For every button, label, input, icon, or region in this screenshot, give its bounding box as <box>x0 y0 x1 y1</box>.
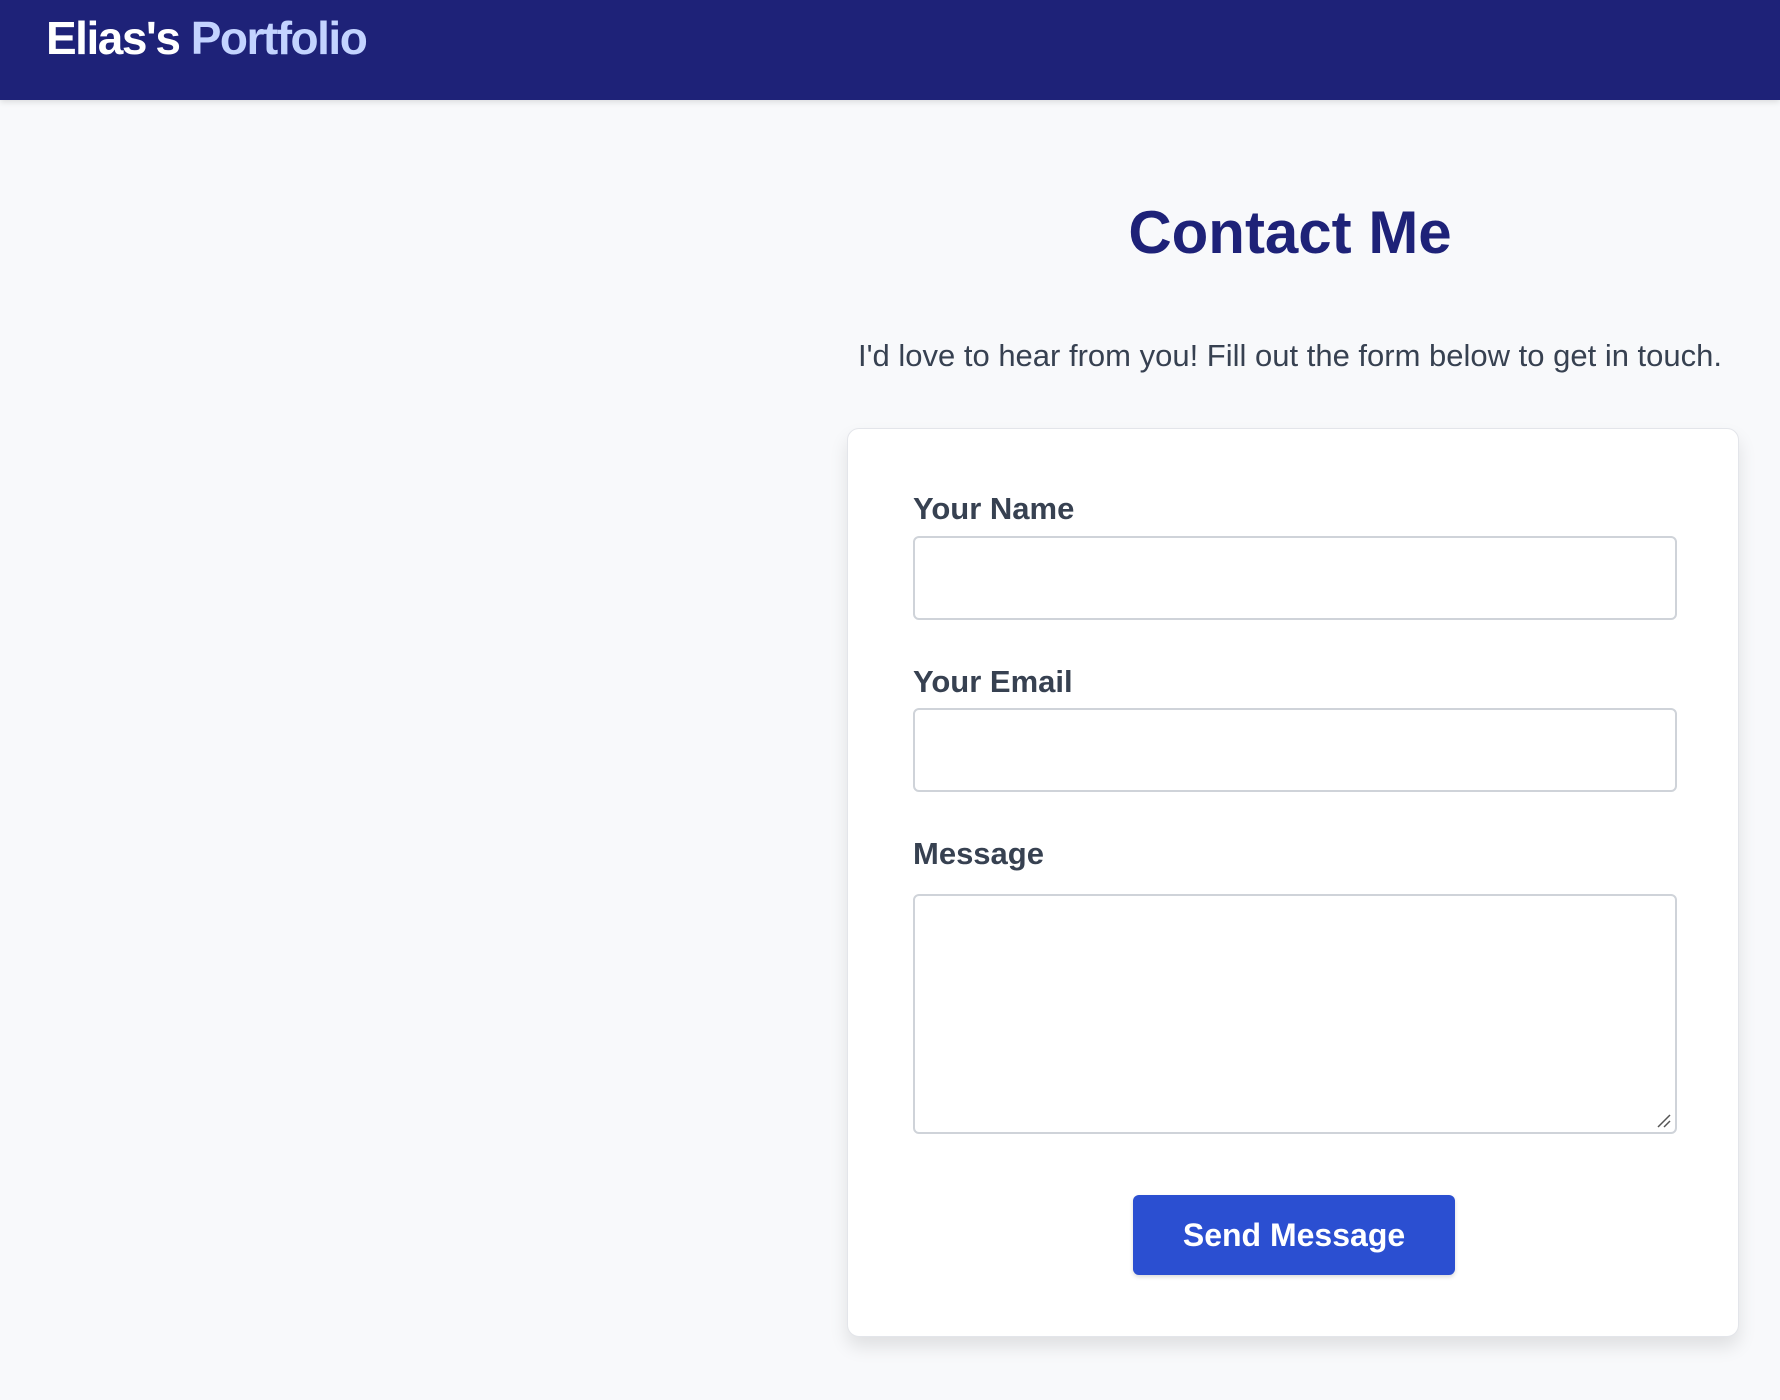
brand-name: Elias's <box>46 12 181 64</box>
message-field <box>913 894 1677 1134</box>
site-brand[interactable]: Elias's Portfolio <box>46 10 368 66</box>
intro-text: I'd love to hear from you! Fill out the … <box>857 338 1723 373</box>
site-header: Elias's Portfolio <box>0 0 1780 100</box>
send-message-button[interactable]: Send Message <box>1133 1195 1455 1275</box>
email-input[interactable] <box>913 708 1677 792</box>
name-label: Your Name <box>913 491 1075 526</box>
name-input[interactable] <box>913 536 1677 620</box>
resize-handle-icon[interactable] <box>1655 1112 1671 1128</box>
email-label: Your Email <box>913 664 1073 699</box>
message-label: Message <box>913 836 1044 871</box>
message-input[interactable] <box>913 894 1677 1134</box>
page-title: Contact Me <box>1128 199 1452 266</box>
brand-portfolio: Portfolio <box>190 12 368 64</box>
contact-form: Your Name Your Email Message Send Messag… <box>847 428 1739 1337</box>
